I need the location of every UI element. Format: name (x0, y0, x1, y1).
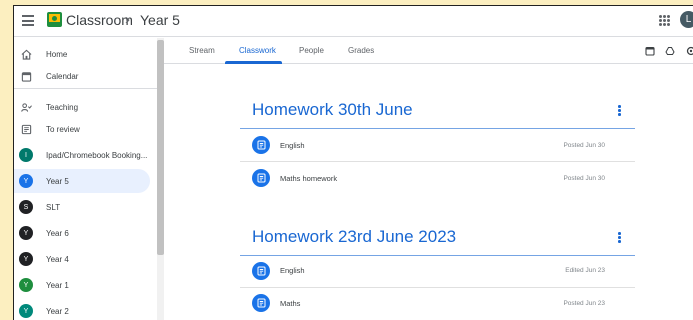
settings-icon[interactable] (686, 46, 693, 56)
tab-stream[interactable]: Stream (189, 46, 215, 55)
classroom-logo-icon[interactable] (47, 12, 62, 27)
calendar-icon (21, 71, 32, 82)
sidebar-divider (14, 88, 157, 89)
assignment-icon (252, 294, 270, 312)
assignment-date: Posted Jun 30 (563, 175, 605, 182)
assignment-title[interactable]: Maths (280, 299, 300, 308)
class-avatar: S (19, 200, 33, 214)
topic-divider (240, 255, 635, 256)
sidebar-item-label: Year 6 (46, 228, 69, 238)
sidebar-item-slt[interactable]: S SLT (14, 195, 150, 219)
assignment-date: Edited Jun 23 (565, 267, 605, 274)
sidebar-item-home[interactable]: Home (14, 42, 150, 66)
row-divider (240, 161, 635, 162)
review-icon (21, 124, 32, 134)
sidebar-item-calendar[interactable]: Calendar (14, 64, 150, 88)
google-apps-icon[interactable] (659, 15, 670, 26)
topic-title[interactable]: Homework 23rd June 2023 (252, 227, 456, 247)
assignment-date: Posted Jun 23 (563, 300, 605, 307)
tab-grades[interactable]: Grades (348, 46, 374, 55)
sidebar-item-year-2[interactable]: Y Year 2 (14, 299, 150, 320)
sidebar-item-year-5[interactable]: Y Year 5 (14, 169, 150, 193)
sidebar-item-year-1[interactable]: Y Year 1 (14, 273, 150, 297)
classroom-window: Classroom › Year 5 L Home Calendar Teach… (13, 5, 693, 320)
class-avatar: Y (19, 174, 33, 188)
sidebar-item-label: Year 2 (46, 306, 69, 316)
sidebar-item-label: Home (46, 49, 68, 59)
topic-divider (240, 128, 635, 129)
assignment-title[interactable]: English (280, 141, 305, 150)
sidebar-item-label: Calendar (46, 71, 79, 81)
sidebar-item-label: Year 1 (46, 280, 69, 290)
class-avatar: Y (19, 304, 33, 318)
tab-classwork[interactable]: Classwork (239, 46, 276, 55)
class-name-title: Year 5 (140, 12, 180, 28)
sidebar-item-label: To review (46, 124, 80, 134)
class-avatar: Y (19, 226, 33, 240)
sidebar-item-teaching[interactable]: Teaching (14, 95, 150, 119)
class-avatar: Y (19, 252, 33, 266)
assignment-icon (252, 169, 270, 187)
class-avatar: I (19, 148, 33, 162)
topic-title[interactable]: Homework 30th June (252, 100, 413, 120)
sidebar-scroll-thumb[interactable] (157, 40, 164, 255)
sidebar-item-year-4[interactable]: Y Year 4 (14, 247, 150, 271)
active-tab-indicator (225, 61, 282, 64)
top-app-bar: Classroom › Year 5 L (14, 6, 693, 37)
calendar-icon[interactable] (645, 46, 655, 56)
people-icon (21, 102, 32, 112)
sidebar-item-label: Teaching (46, 102, 79, 112)
tab-people[interactable]: People (299, 46, 324, 55)
sidebar-item-label: Year 4 (46, 254, 69, 264)
app-name[interactable]: Classroom (66, 12, 133, 28)
more-options-icon[interactable] (618, 105, 622, 117)
sidebar-item-to-review[interactable]: To review (14, 117, 150, 141)
assignment-icon (252, 136, 270, 154)
main-menu-icon[interactable] (22, 15, 34, 26)
class-avatar: Y (19, 278, 33, 292)
row-divider (240, 287, 635, 288)
assignment-title[interactable]: English (280, 266, 305, 275)
assignment-icon (252, 262, 270, 280)
home-icon (21, 49, 32, 60)
drive-folder-icon[interactable] (665, 46, 675, 56)
breadcrumb-separator-icon: › (125, 11, 130, 28)
assignment-date: Posted Jun 30 (563, 142, 605, 149)
sidebar: Home Calendar Teaching To review I Ipad/… (14, 38, 164, 320)
sidebar-item-ipad-booking[interactable]: I Ipad/Chromebook Booking... (14, 143, 150, 167)
sidebar-item-label: Year 5 (46, 176, 69, 186)
account-avatar[interactable]: L (680, 11, 693, 28)
sidebar-item-year-6[interactable]: Y Year 6 (14, 221, 150, 245)
sidebar-item-label: SLT (46, 202, 61, 212)
more-options-icon[interactable] (618, 232, 622, 244)
assignment-title[interactable]: Maths homework (280, 174, 337, 183)
sidebar-item-label: Ipad/Chromebook Booking... (46, 150, 148, 160)
